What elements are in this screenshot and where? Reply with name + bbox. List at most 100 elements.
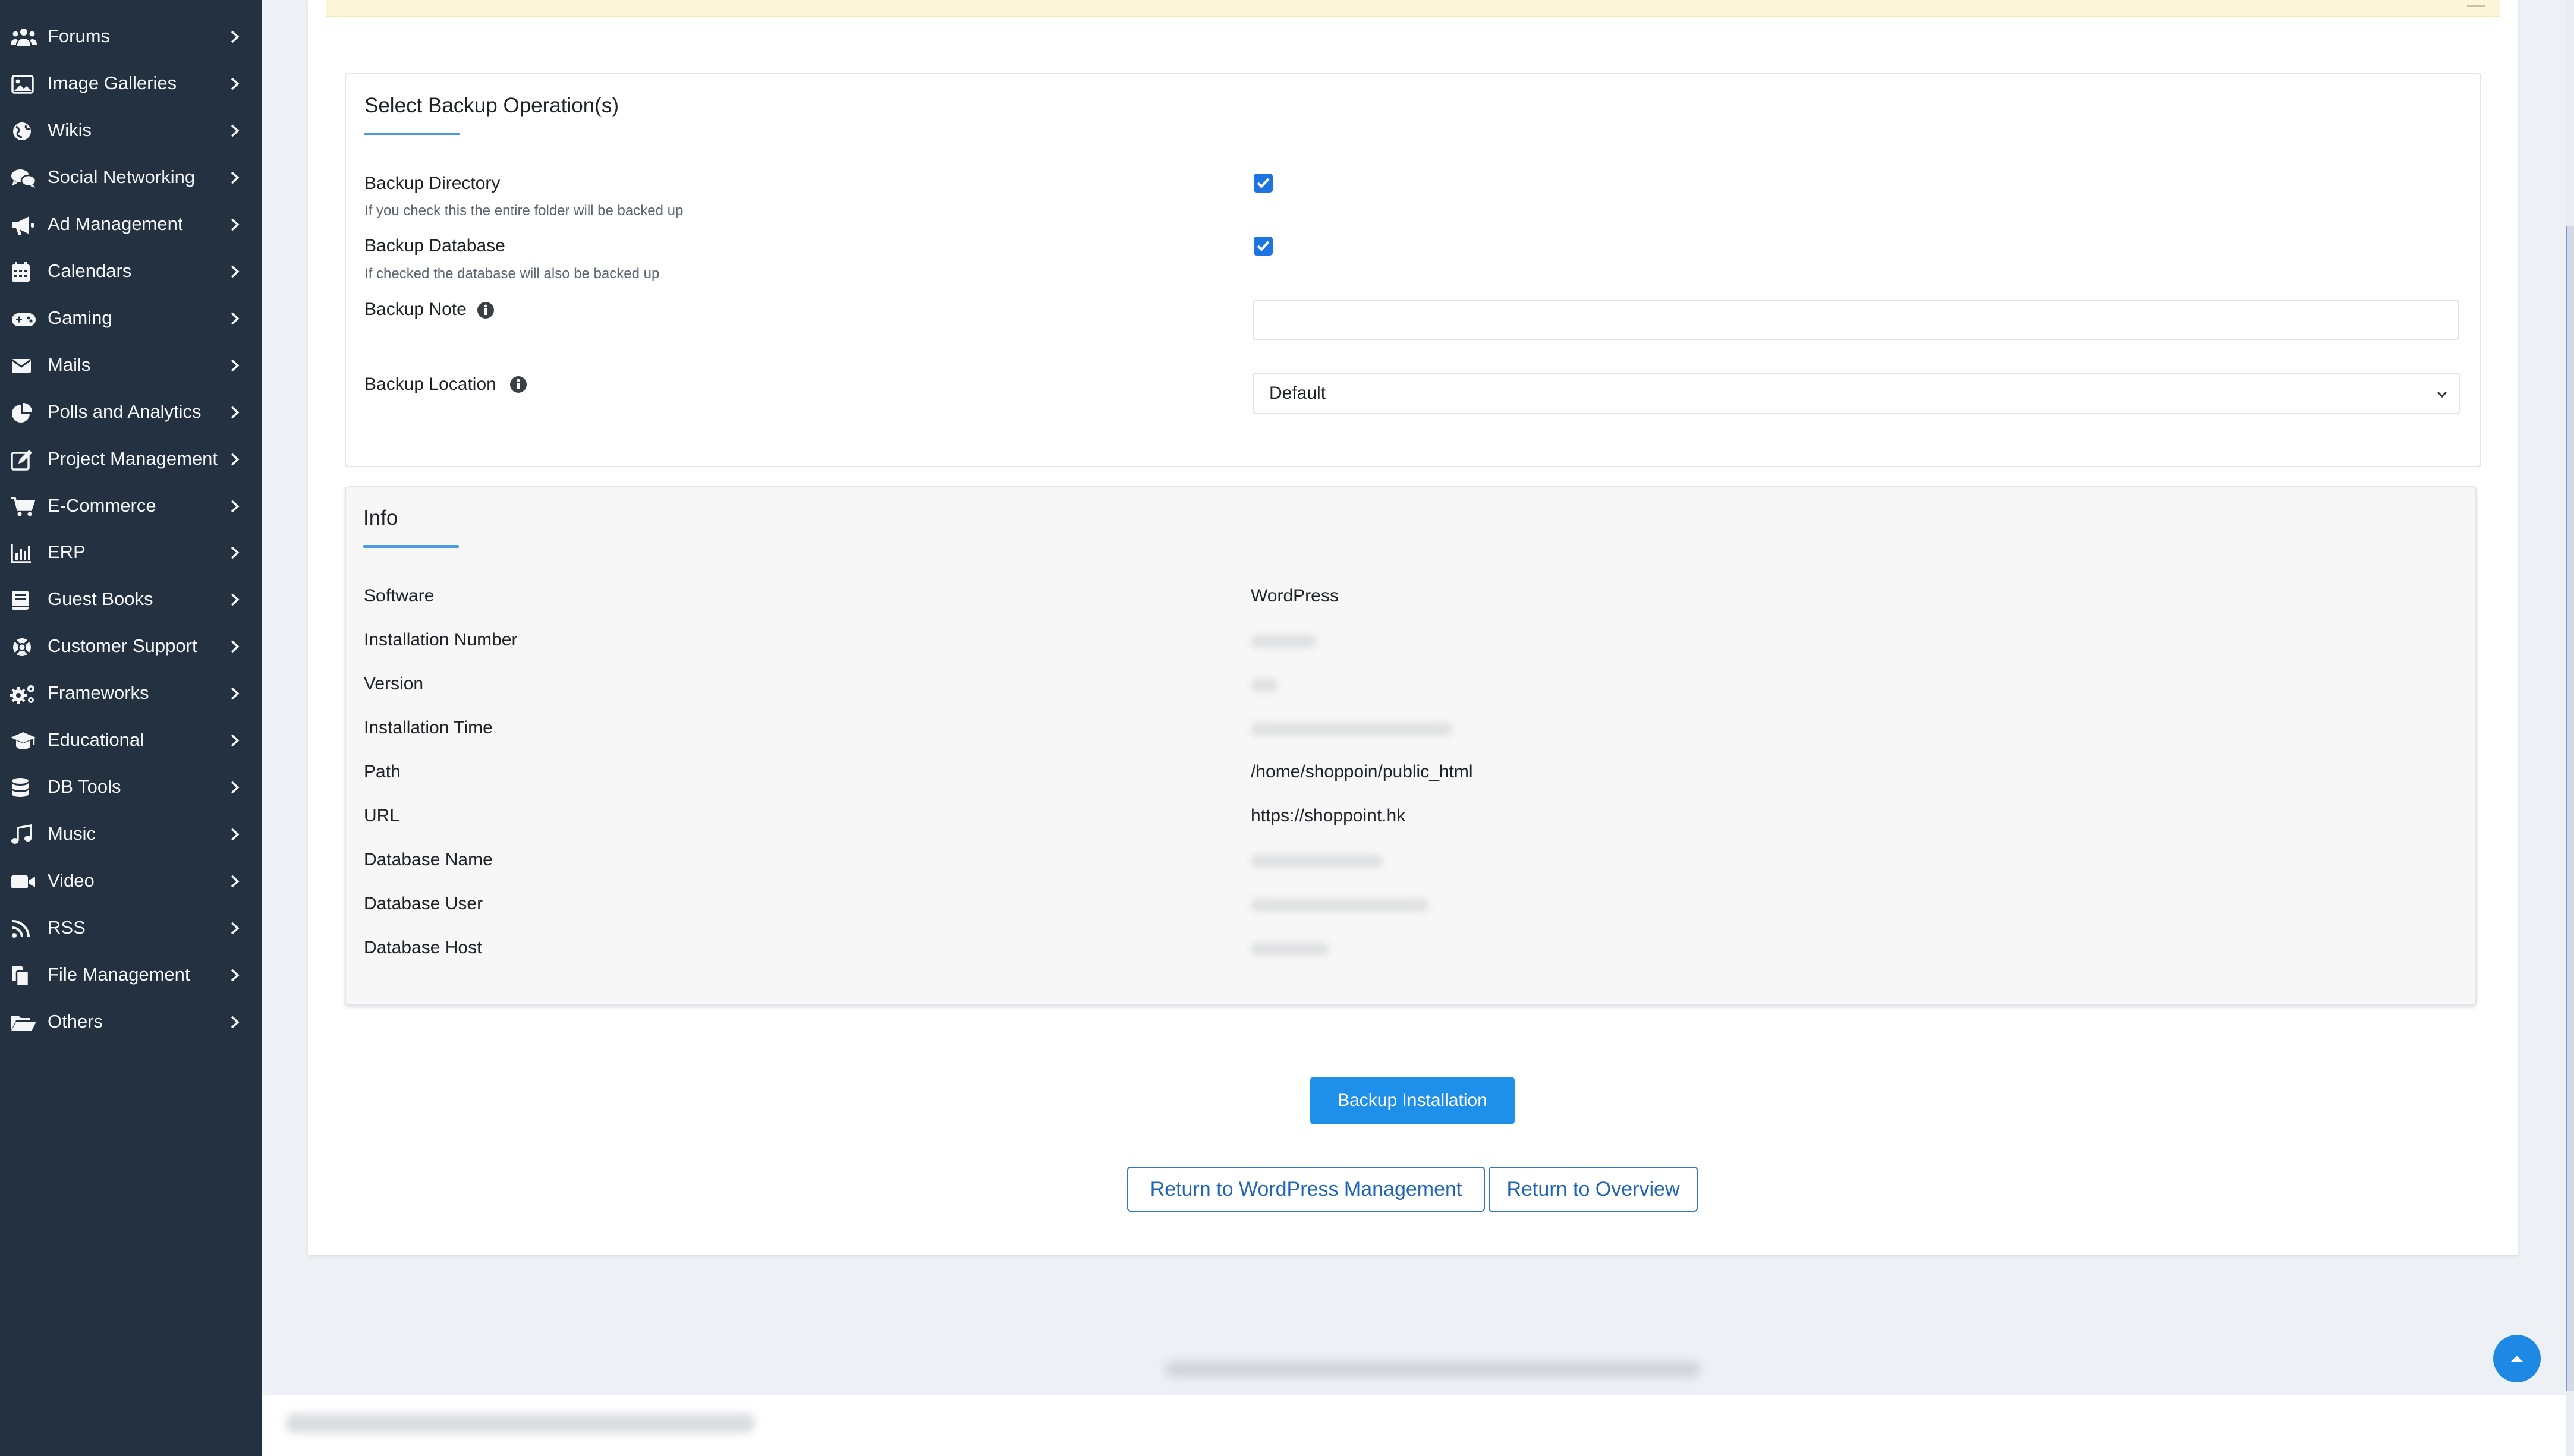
backup-database-help: If checked the database will also be bac… xyxy=(364,266,660,282)
sidebar-item-label: Image Galleries xyxy=(48,73,177,93)
sidebar-item-frameworks[interactable]: Frameworks xyxy=(0,675,262,711)
sidebar-item-forums[interactable]: Forums xyxy=(0,18,262,54)
sidebar-item-label: Others xyxy=(48,1011,103,1032)
backup-directory-help: If you check this the entire folder will… xyxy=(364,203,684,219)
redacted-value xyxy=(1251,635,1316,648)
chevron-right-icon xyxy=(231,406,240,419)
chevron-right-icon xyxy=(231,265,240,278)
sidebar-item-label: Wikis xyxy=(48,119,92,140)
sidebar-item-video[interactable]: Video xyxy=(0,863,262,899)
sidebar-item-gaming[interactable]: Gaming xyxy=(0,300,262,336)
sidebar-item-label: Frameworks xyxy=(48,682,149,703)
chevron-right-icon xyxy=(231,453,240,466)
sidebar-item-label: Polls and Analytics xyxy=(48,401,202,422)
chevron-right-icon xyxy=(231,1016,240,1029)
sidebar-item-music[interactable]: Music xyxy=(0,816,262,852)
redacted-value xyxy=(1251,855,1383,868)
sidebar-item-customer-support[interactable]: Customer Support xyxy=(0,628,262,664)
sidebar-item-label: Calendars xyxy=(48,260,132,281)
chevron-right-icon xyxy=(231,312,240,325)
book-icon xyxy=(12,591,29,610)
sidebar-item-wikis[interactable]: Wikis xyxy=(0,112,262,148)
chevron-right-icon xyxy=(231,969,240,982)
chevron-right-icon xyxy=(231,218,240,231)
info-circle-icon[interactable] xyxy=(477,301,495,319)
sidebar-item-label: DB Tools xyxy=(48,776,121,797)
chevron-right-icon xyxy=(231,30,240,43)
chevron-right-icon xyxy=(231,875,240,888)
life-ring-icon xyxy=(13,638,31,656)
sidebar-item-label: Social Networking xyxy=(48,166,196,187)
scroll-to-top-button[interactable] xyxy=(2493,1335,2541,1382)
info-label-url: URL xyxy=(364,806,400,825)
sidebar-item-social-networking[interactable]: Social Networking xyxy=(0,159,262,195)
info-label-database-name: Database Name xyxy=(364,850,493,869)
notice-banner xyxy=(326,0,2500,17)
info-value-url: https://shoppoint.hk xyxy=(1251,806,1406,825)
title-underline xyxy=(363,545,459,548)
sidebar-item-label: File Management xyxy=(48,964,190,985)
backup-installation-button[interactable]: Backup Installation xyxy=(1310,1077,1515,1124)
return-to-overview-button[interactable]: Return to Overview xyxy=(1489,1167,1698,1212)
chevron-right-icon xyxy=(231,640,240,653)
sidebar-item-rss[interactable]: RSS xyxy=(0,910,262,946)
gamepad-icon xyxy=(12,313,36,326)
bar-chart-icon xyxy=(11,544,31,563)
files-icon xyxy=(12,966,30,987)
sidebar-item-label: Project Management xyxy=(48,448,218,469)
backup-directory-checkbox[interactable] xyxy=(1254,174,1273,193)
info-title: Info xyxy=(363,506,398,530)
sidebar-item-file-management[interactable]: File Management xyxy=(0,957,262,992)
backup-note-input[interactable] xyxy=(1253,300,2459,340)
edit-icon xyxy=(11,450,32,471)
info-value-path: /home/shoppoin/public_html xyxy=(1251,762,1473,781)
chevron-right-icon xyxy=(231,922,240,935)
sidebar-item-db-tools[interactable]: DB Tools xyxy=(0,769,262,805)
info-circle-icon[interactable] xyxy=(509,376,527,393)
info-label-installation-number: Installation Number xyxy=(364,630,518,650)
sidebar-item-label: Mails xyxy=(48,354,91,375)
return-to-wordpress-management-button[interactable]: Return to WordPress Management xyxy=(1127,1167,1485,1212)
redacted-value xyxy=(1251,679,1278,692)
rss-icon xyxy=(12,920,30,938)
chevron-right-icon xyxy=(231,171,240,184)
backup-location-select[interactable]: Default xyxy=(1253,373,2460,414)
sidebar-item-image-galleries[interactable]: Image Galleries xyxy=(0,65,262,101)
chevron-right-icon xyxy=(231,593,240,606)
sidebar-item-calendars[interactable]: Calendars xyxy=(0,253,262,289)
sidebar-item-label: E-Commerce xyxy=(48,495,156,516)
backup-note-label: Backup Note xyxy=(364,300,467,319)
sidebar-item-project-management[interactable]: Project Management xyxy=(0,441,262,477)
backup-location-label: Backup Location xyxy=(364,374,496,394)
chevron-right-icon xyxy=(231,734,240,747)
redacted-value xyxy=(1251,899,1429,912)
backup-directory-label: Backup Directory xyxy=(364,174,501,193)
info-label-version: Version xyxy=(364,674,424,694)
chevron-right-icon xyxy=(231,500,240,513)
sidebar-item-guest-books[interactable]: Guest Books xyxy=(0,581,262,617)
cart-icon xyxy=(11,497,36,516)
sidebar-item-mails[interactable]: Mails xyxy=(0,347,262,383)
sidebar-item-label: RSS xyxy=(48,917,86,938)
sidebar-item-others[interactable]: Others xyxy=(0,1004,262,1039)
chevron-right-icon xyxy=(231,546,240,559)
check-icon xyxy=(1257,178,1270,188)
sidebar-item-polls-and-analytics[interactable]: Polls and Analytics xyxy=(0,394,262,430)
scrollbar-thumb[interactable] xyxy=(2566,226,2574,1391)
sidebar-item-ad-management[interactable]: Ad Management xyxy=(0,206,262,242)
chevron-right-icon xyxy=(231,77,240,90)
info-panel xyxy=(345,486,2477,1006)
backup-database-checkbox[interactable] xyxy=(1254,237,1273,256)
info-label-installation-time: Installation Time xyxy=(364,718,493,738)
backup-operations-title: Select Backup Operation(s) xyxy=(364,94,619,117)
database-icon xyxy=(12,778,29,797)
banner-collapse-icon[interactable] xyxy=(2467,5,2485,7)
sidebar-item-erp[interactable]: ERP xyxy=(0,534,262,570)
globe-icon xyxy=(13,122,31,140)
sidebar-item-label: Ad Management xyxy=(48,213,183,234)
sidebar: Forums Image Galleries Wikis Social Netw… xyxy=(0,0,262,1456)
sidebar-item-e-commerce[interactable]: E-Commerce xyxy=(0,488,262,524)
sidebar-item-educational[interactable]: Educational xyxy=(0,722,262,758)
backup-database-label: Backup Database xyxy=(364,236,505,256)
bullhorn-icon xyxy=(12,216,34,235)
